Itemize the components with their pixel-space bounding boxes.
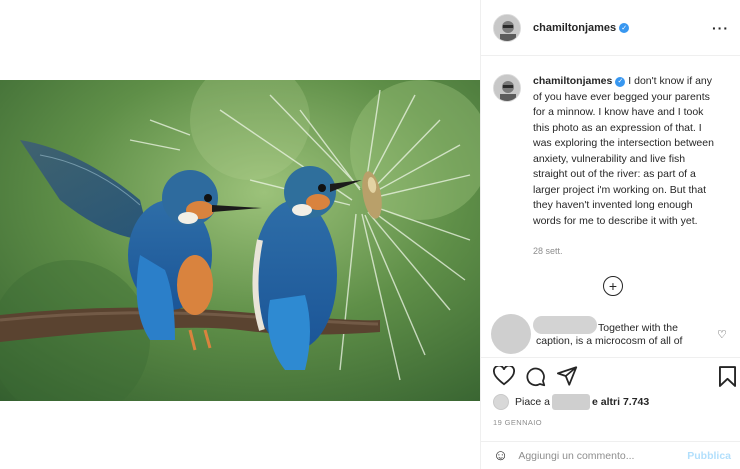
post-photo[interactable] bbox=[0, 80, 480, 401]
post-viewer: chamiltonjames ✓ ··· chamiltonjames ✓ I d… bbox=[0, 0, 740, 469]
kingfishers-image bbox=[0, 80, 480, 401]
comment-input[interactable] bbox=[518, 449, 688, 462]
comments-section: chamiltonjames ✓ I don't know if any of y… bbox=[481, 56, 740, 356]
media-panel bbox=[0, 0, 480, 469]
comment-item: Together with the caption, is a microcos… bbox=[481, 314, 740, 356]
plus-circle-icon[interactable]: + bbox=[603, 276, 623, 296]
caption-body: chamiltonjames ✓ I don't know if any of y… bbox=[533, 74, 718, 229]
paper-plane-icon[interactable] bbox=[557, 366, 578, 386]
likes-summary[interactable]: Piace a e altri 7.743 bbox=[493, 392, 649, 412]
comment-icon[interactable] bbox=[525, 366, 546, 387]
comment-text: Together with the caption, is a microcos… bbox=[536, 322, 683, 347]
author-username[interactable]: chamiltonjames bbox=[533, 22, 616, 34]
likes-prefix: Piace a bbox=[515, 396, 551, 408]
post-sidebar: chamiltonjames ✓ ··· chamiltonjames ✓ I d… bbox=[480, 0, 740, 469]
caption-avatar[interactable] bbox=[493, 74, 521, 102]
author-avatar[interactable] bbox=[493, 13, 521, 42]
emoji-icon[interactable]: ☺ bbox=[493, 447, 508, 464]
caption-username[interactable]: chamiltonjames bbox=[533, 75, 612, 87]
verified-badge-icon: ✓ bbox=[615, 76, 626, 87]
liker-avatar bbox=[493, 394, 509, 410]
likes-suffix[interactable]: e altri 7.743 bbox=[592, 396, 649, 408]
post-header: chamiltonjames ✓ ··· bbox=[481, 0, 740, 56]
blurred-liker-name bbox=[552, 394, 591, 410]
comment-like-icon[interactable]: ♡ bbox=[717, 328, 727, 341]
heart-icon[interactable] bbox=[493, 366, 515, 386]
publish-button[interactable]: Pubblica bbox=[687, 450, 731, 462]
caption-text: I don't know if any of you have ever beg… bbox=[533, 75, 714, 227]
avatar-photo bbox=[494, 75, 520, 101]
blurred-avatar bbox=[491, 314, 531, 354]
caption-timestamp: 28 sett. bbox=[533, 246, 563, 256]
avatar-photo bbox=[494, 14, 520, 41]
more-options-icon[interactable]: ··· bbox=[712, 20, 729, 36]
action-bar bbox=[481, 357, 740, 393]
comment-composer: ☺ Pubblica bbox=[481, 441, 740, 469]
verified-badge-icon: ✓ bbox=[619, 22, 630, 33]
bookmark-icon[interactable] bbox=[719, 366, 736, 387]
caption: chamiltonjames ✓ I don't know if any of y… bbox=[493, 74, 733, 229]
post-date: 19 GENNAIO bbox=[493, 418, 543, 427]
